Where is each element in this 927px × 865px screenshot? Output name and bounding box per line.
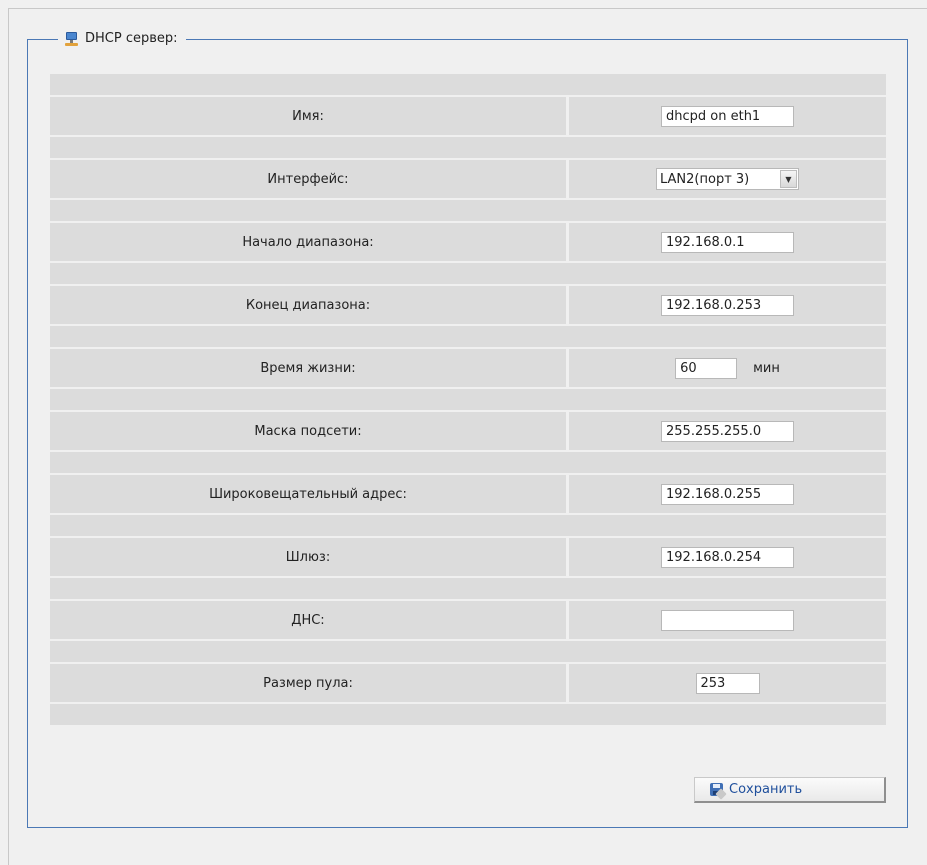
save-button-label: Сохранить: [729, 782, 803, 797]
row-broadcast: Широковещательный адрес:: [50, 475, 886, 515]
save-button[interactable]: Сохранить: [694, 777, 886, 803]
row-spacer: [50, 452, 886, 475]
row-spacer: [50, 200, 886, 223]
netmask-input[interactable]: [661, 420, 794, 442]
row-spacer: [50, 137, 886, 160]
row-lease-time: Время жизни: мин: [50, 349, 886, 389]
panel-legend: DHCP сервер:: [58, 31, 186, 47]
row-interface: Интерфейс: LAN2(порт 3) ▼: [50, 160, 886, 200]
network-computer-icon: [64, 31, 80, 47]
pool-size-input[interactable]: [695, 672, 760, 694]
panel-title: DHCP сервер:: [85, 31, 178, 46]
interface-label: Интерфейс:: [50, 160, 569, 198]
interface-selected-value: LAN2(порт 3): [660, 171, 750, 187]
row-range-end: Конец диапазона:: [50, 286, 886, 326]
range-start-label: Начало диапазона:: [50, 223, 569, 261]
lease-time-input[interactable]: [675, 357, 738, 379]
row-spacer: [50, 704, 886, 727]
broadcast-input[interactable]: [661, 483, 794, 505]
row-netmask: Маска подсети:: [50, 412, 886, 452]
floppy-disk-icon: [709, 782, 727, 800]
lease-time-unit: мин: [753, 360, 780, 376]
gateway-input[interactable]: [661, 546, 794, 568]
row-spacer: [50, 578, 886, 601]
lease-time-label: Время жизни:: [50, 349, 569, 387]
range-start-input[interactable]: [661, 231, 794, 253]
row-name: Имя:: [50, 97, 886, 137]
row-spacer: [50, 326, 886, 349]
range-end-label: Конец диапазона:: [50, 286, 569, 324]
range-end-input[interactable]: [661, 294, 794, 316]
chevron-down-icon[interactable]: ▼: [780, 170, 797, 188]
name-input[interactable]: [661, 105, 794, 127]
row-dns: ДНС:: [50, 601, 886, 641]
row-spacer: [50, 515, 886, 538]
dns-label: ДНС:: [50, 601, 569, 639]
row-spacer: [50, 74, 886, 97]
interface-select[interactable]: LAN2(порт 3) ▼: [656, 168, 799, 190]
row-range-start: Начало диапазона:: [50, 223, 886, 263]
pool-size-label: Размер пула:: [50, 664, 569, 702]
netmask-label: Маска подсети:: [50, 412, 569, 450]
broadcast-label: Широковещательный адрес:: [50, 475, 569, 513]
row-pool-size: Размер пула:: [50, 664, 886, 704]
gateway-label: Шлюз:: [50, 538, 569, 576]
row-spacer: [50, 389, 886, 412]
name-label: Имя:: [50, 97, 569, 135]
row-spacer: [50, 263, 886, 286]
row-gateway: Шлюз:: [50, 538, 886, 578]
dhcp-settings-table: Имя: Интерфейс: LAN2(порт 3) ▼ Начало ди…: [50, 74, 886, 727]
dns-input[interactable]: [661, 609, 794, 631]
row-spacer: [50, 641, 886, 664]
